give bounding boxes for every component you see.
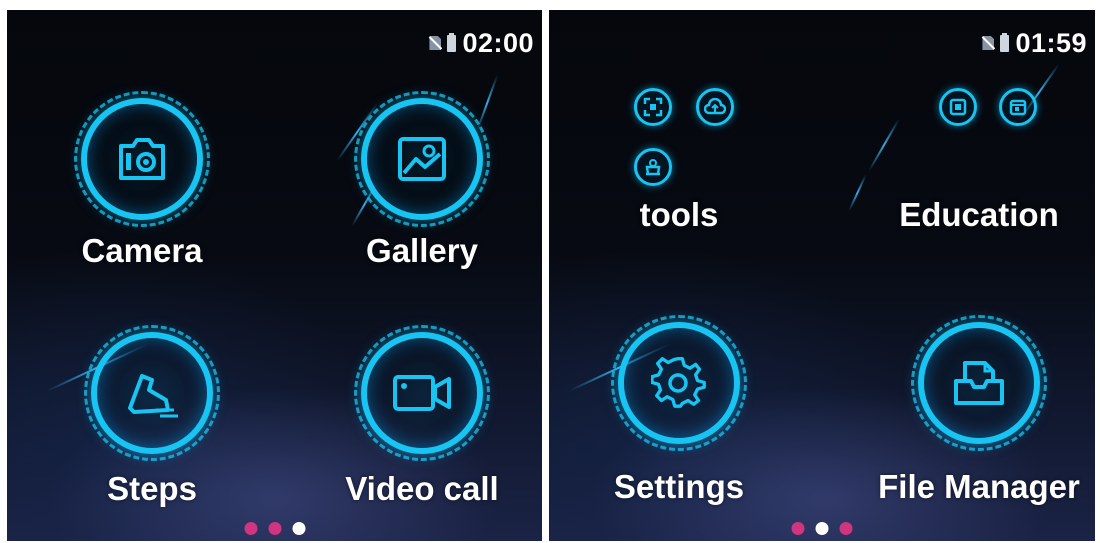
folder-label: tools (639, 196, 719, 233)
page-indicator (791, 522, 853, 535)
app-label: File Manager (878, 468, 1080, 505)
shoe-icon (128, 374, 178, 418)
app-label: Gallery (366, 232, 478, 269)
app-video-call[interactable]: Video call (345, 325, 499, 508)
page-dot (839, 522, 853, 535)
app-label: Video call (345, 470, 499, 507)
status-bar: 02:00 (429, 28, 534, 58)
calculator-icon (939, 88, 977, 126)
battery-icon (447, 32, 457, 52)
home-screen-page-3: 02:00 Camera Gallery Steps Video call (7, 10, 542, 541)
steps-app-icon[interactable] (84, 325, 220, 461)
video-call-app-icon[interactable] (354, 325, 490, 461)
home-screen-page-2: 01:59 tools Education Settings File Mana… (549, 10, 1095, 541)
weighing-scale-icon (634, 148, 672, 186)
page-dot-active (815, 522, 829, 535)
page-indicator (244, 522, 305, 535)
folder-icon-grid (919, 80, 1039, 190)
file-manager-app-icon[interactable] (911, 315, 1047, 451)
folder-education[interactable]: Education (879, 80, 1079, 234)
no-sim-icon (982, 36, 994, 50)
settings-app-icon[interactable] (611, 315, 747, 451)
folder-icon-grid (619, 80, 739, 190)
calendar-icon (999, 88, 1037, 126)
gallery-icon (398, 137, 446, 181)
no-sim-icon (429, 36, 441, 50)
decorative-streak (848, 174, 867, 212)
battery-icon (1000, 32, 1010, 52)
file-tray-icon (954, 361, 1004, 405)
folder-tools[interactable]: tools (604, 80, 754, 234)
page-dot (244, 522, 257, 535)
app-label: Camera (81, 232, 203, 269)
app-settings[interactable]: Settings (604, 315, 754, 506)
camera-icon (119, 138, 165, 180)
app-label: Steps (107, 470, 197, 507)
cloud-upload-icon (696, 88, 734, 126)
page-dot-active (292, 522, 305, 535)
app-file-manager[interactable]: File Manager (869, 315, 1089, 506)
app-label: Settings (613, 468, 745, 505)
app-camera[interactable]: Camera (67, 91, 217, 270)
gallery-app-icon[interactable] (354, 91, 490, 227)
status-bar: 01:59 (982, 28, 1087, 58)
folder-label: Education (899, 196, 1059, 233)
app-gallery[interactable]: Gallery (347, 91, 497, 270)
scan-icon (634, 88, 672, 126)
video-camera-icon (393, 375, 451, 411)
status-time: 01:59 (1015, 27, 1087, 58)
status-time: 02:00 (462, 27, 534, 58)
page-dot (268, 522, 281, 535)
gear-icon (651, 357, 706, 408)
page-dot (791, 522, 805, 535)
app-steps[interactable]: Steps (77, 325, 227, 508)
camera-app-icon[interactable] (74, 91, 210, 227)
